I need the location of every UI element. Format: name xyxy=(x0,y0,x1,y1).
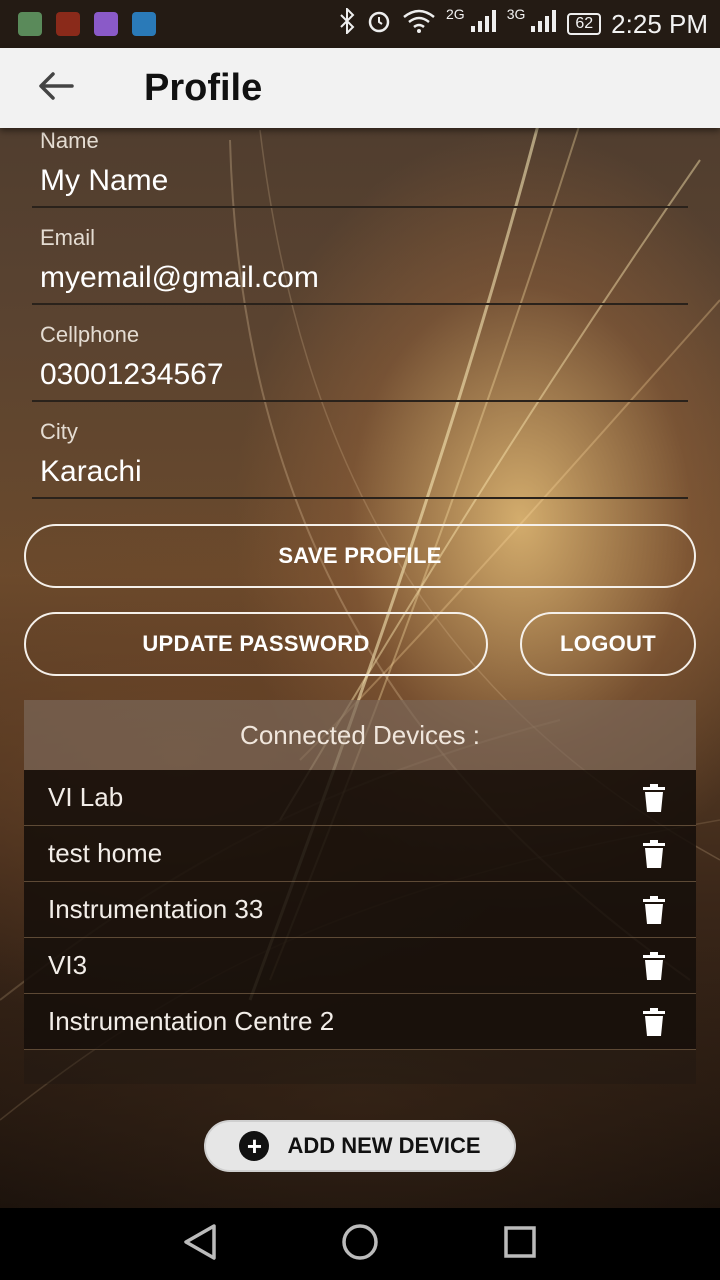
cellphone-field-group: Cellphone 03001234567 xyxy=(32,322,688,402)
cellphone-label: Cellphone xyxy=(40,322,140,347)
city-input[interactable]: Karachi xyxy=(32,445,688,499)
add-new-device-button[interactable]: + ADD NEW DEVICE xyxy=(204,1120,516,1172)
status-time: 2:25 PM xyxy=(611,8,708,39)
plus-circle-icon: + xyxy=(239,1131,270,1161)
nav-back-button[interactable] xyxy=(170,1214,230,1274)
nav-home-button[interactable] xyxy=(330,1214,390,1274)
device-name: test home xyxy=(48,838,163,868)
email-field-group: Email myemail@gmail.com xyxy=(32,225,688,305)
logout-button[interactable]: LOGOUT xyxy=(520,612,696,676)
app-toolbar: Profile xyxy=(0,48,720,128)
name-field-group: Name My Name xyxy=(32,128,688,208)
signal-icon xyxy=(469,8,497,41)
camera-notification-icon xyxy=(132,12,156,36)
city-field-group: City Karachi xyxy=(32,419,688,499)
device-name: VI Lab xyxy=(48,782,124,812)
triangle-back-icon xyxy=(182,1223,218,1266)
save-profile-button[interactable]: SAVE PROFILE xyxy=(24,524,696,588)
circle-home-icon xyxy=(341,1223,379,1266)
trash-icon[interactable] xyxy=(640,782,668,814)
email-input[interactable]: myemail@gmail.com xyxy=(32,251,688,305)
arrow-left-icon xyxy=(38,71,74,106)
email-label: Email xyxy=(40,225,96,250)
bluetooth-icon xyxy=(338,6,356,41)
update-password-button[interactable]: UPDATE PASSWORD xyxy=(24,612,488,676)
system-navigation-bar xyxy=(0,1208,720,1280)
trash-icon[interactable] xyxy=(640,950,668,982)
gallery-notification-icon xyxy=(94,12,118,36)
cellphone-input[interactable]: 03001234567 xyxy=(32,348,688,402)
status-bar: 2G 3G 62 2:25 PM xyxy=(0,0,720,48)
name-label: Name xyxy=(40,128,99,153)
battery-indicator: 62 xyxy=(567,13,602,35)
device-name: Instrumentation Centre 2 xyxy=(48,1006,335,1036)
trash-icon[interactable] xyxy=(640,894,668,926)
back-button[interactable] xyxy=(0,48,112,128)
city-label: City xyxy=(40,419,78,444)
alarm-icon xyxy=(366,8,392,41)
connected-devices-header: Connected Devices : xyxy=(24,700,696,770)
square-recents-icon xyxy=(503,1225,537,1264)
trash-icon[interactable] xyxy=(640,1006,668,1038)
device-name: VI3 xyxy=(48,950,88,980)
add-new-device-label: ADD NEW DEVICE xyxy=(287,1133,481,1158)
network-type-1: 2G xyxy=(446,6,465,22)
page-title: Profile xyxy=(144,66,263,109)
device-row-1[interactable]: VI Lab xyxy=(24,770,696,826)
device-list: VI Lab test home Instrumentation 33 VI3 … xyxy=(24,770,696,1050)
network-type-2: 3G xyxy=(506,6,526,22)
wifi-icon xyxy=(402,8,436,41)
trash-icon[interactable] xyxy=(640,838,668,870)
nav-recents-button[interactable] xyxy=(490,1214,550,1274)
connected-devices-panel: Connected Devices : VI Lab test home Ins… xyxy=(24,700,696,1084)
device-name: Instrumentation 33 xyxy=(48,894,264,924)
device-row-3[interactable]: Instrumentation 33 xyxy=(24,882,696,938)
app-notification-icon xyxy=(18,12,42,36)
game-notification-icon xyxy=(56,12,80,36)
signal-icon-2 xyxy=(529,8,557,41)
name-input[interactable]: My Name xyxy=(32,154,688,208)
device-row-4[interactable]: VI3 xyxy=(24,938,696,994)
device-row-2[interactable]: test home xyxy=(24,826,696,882)
device-row-5[interactable]: Instrumentation Centre 2 xyxy=(24,994,696,1050)
